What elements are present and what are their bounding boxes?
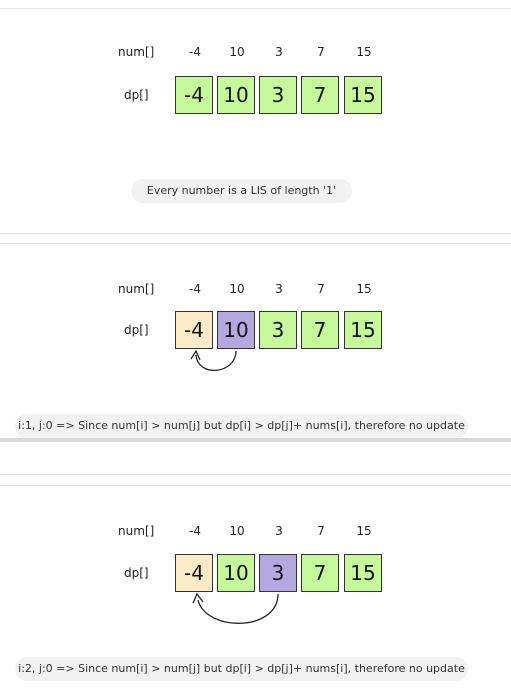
step-caption: i:2, j:0 => Since num[i] > num[j] but dp… [15,657,468,681]
comparison-arrow [192,592,279,624]
